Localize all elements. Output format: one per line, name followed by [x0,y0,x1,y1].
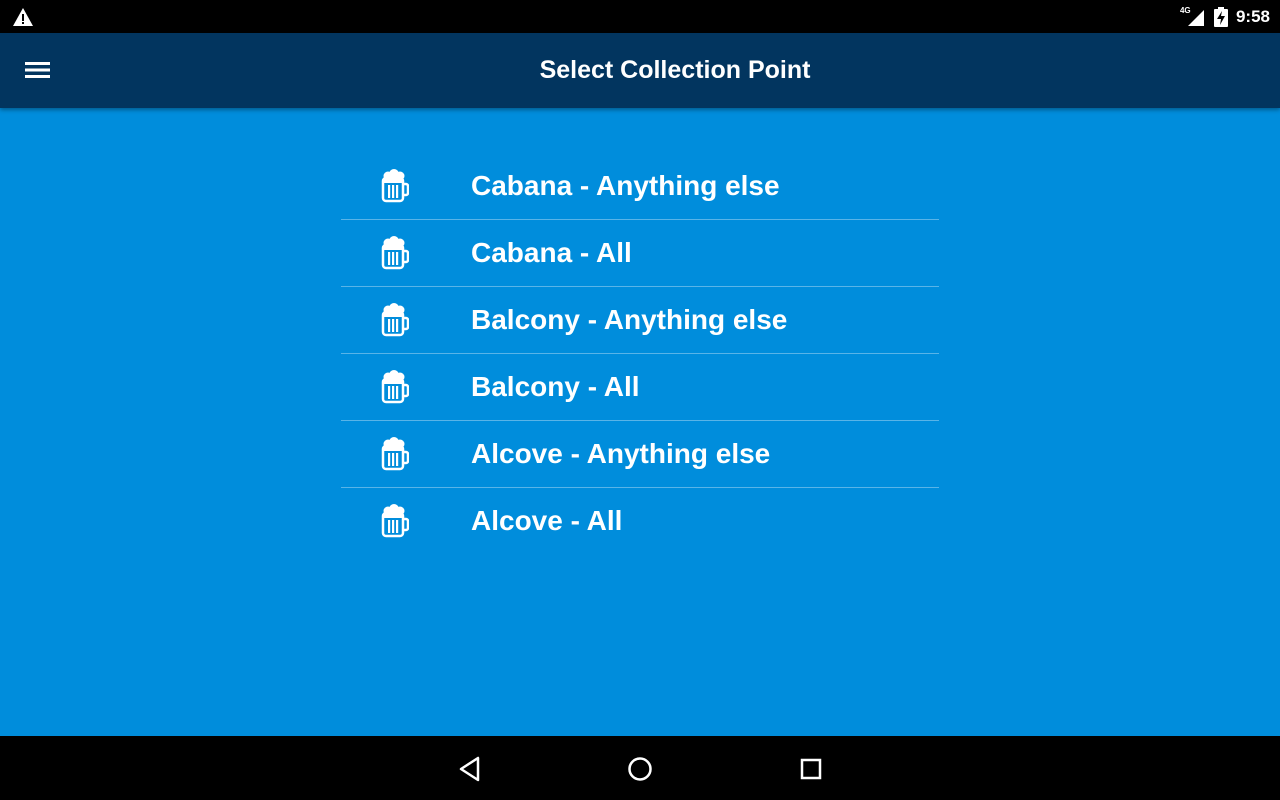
beer-mug-icon [379,169,410,203]
beer-mug-icon [379,370,410,404]
collection-point-item[interactable]: Balcony - All [341,354,939,421]
collection-point-list: Cabana - Anything else Cabana - All Balcon… [341,153,939,554]
collection-point-label: Balcony - All [471,371,640,402]
home-icon[interactable] [625,754,655,784]
collection-point-item[interactable]: Alcove - All [341,488,939,554]
network-type: 4G [1179,5,1191,15]
collection-point-item[interactable]: Balcony - Anything else [341,287,939,354]
status-bar: 4G 9:58 [0,0,1280,33]
page-title: Select Collection Point [539,56,811,84]
app-bar: Select Collection Point [0,33,1280,108]
collection-point-item[interactable]: Cabana - Anything else [341,153,939,220]
collection-point-label: Cabana - All [471,237,632,268]
beer-mug-icon [379,504,410,538]
recents-icon[interactable] [796,754,826,784]
collection-point-label: Alcove - Anything else [471,438,771,469]
battery-charging-icon [1213,6,1228,27]
navigation-bar [0,736,1280,800]
collection-point-item[interactable]: Alcove - Anything else [341,421,939,488]
beer-mug-icon [379,303,410,337]
beer-mug-icon [379,437,410,471]
collection-point-label: Alcove - All [471,505,623,536]
warning-icon [13,8,33,26]
back-icon[interactable] [455,754,485,784]
signal-icon: 4G [1180,6,1206,28]
collection-point-item[interactable]: Cabana - All [341,220,939,287]
status-icons: 4G 9:58 [1180,0,1270,33]
collection-point-label: Cabana - Anything else [471,170,780,201]
clock: 9:58 [1235,6,1270,26]
hamburger-menu-icon[interactable] [22,57,52,83]
collection-point-label: Balcony - Anything else [471,304,788,335]
beer-mug-icon [379,236,410,270]
